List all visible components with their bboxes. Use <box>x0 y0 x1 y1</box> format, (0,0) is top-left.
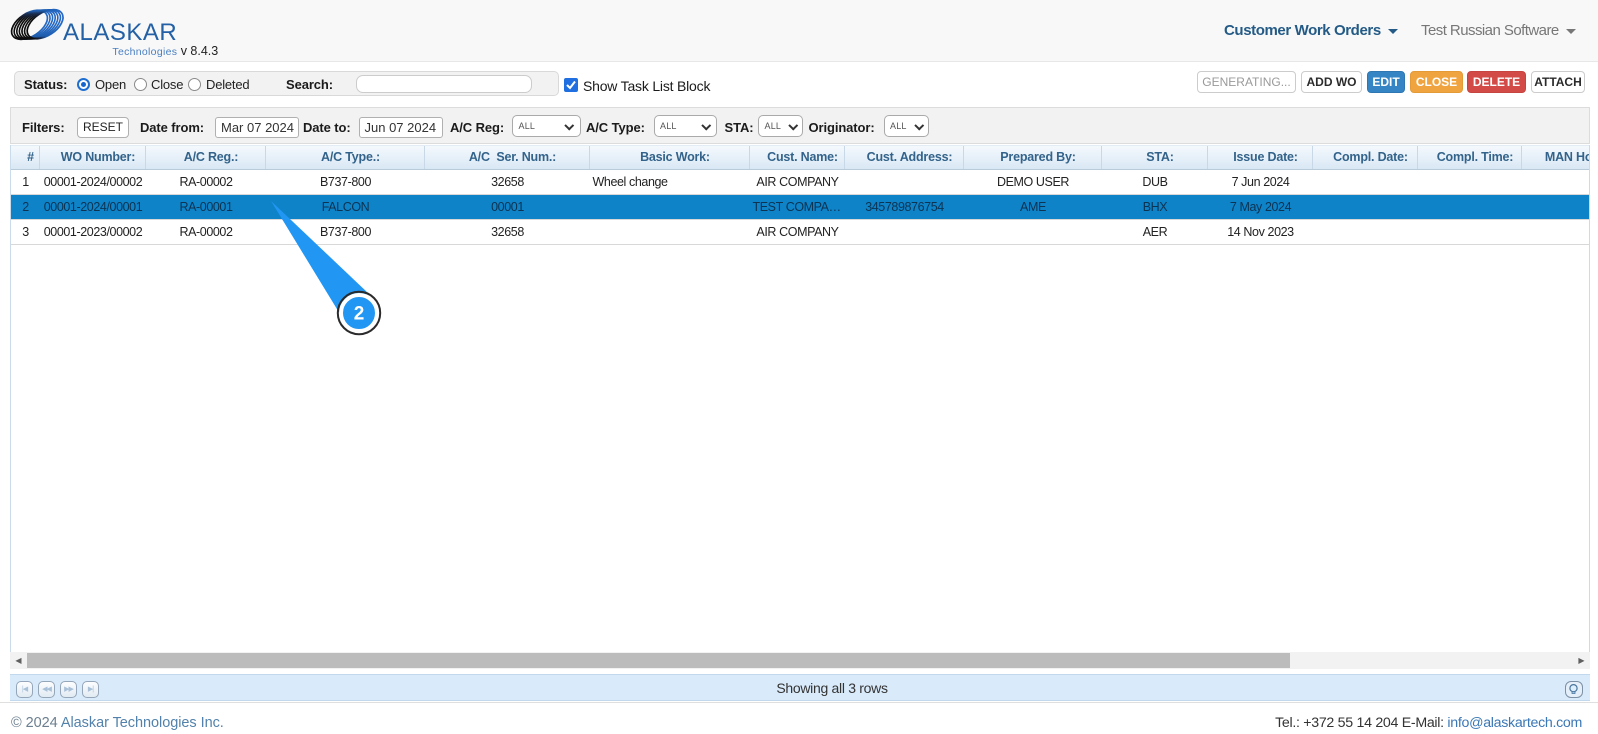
svg-text:Technologies: Technologies <box>112 46 177 58</box>
svg-text:v 8.4.3: v 8.4.3 <box>181 44 219 58</box>
svg-text:2: 2 <box>354 304 365 325</box>
svg-text:ALASKAR: ALASKAR <box>63 19 177 46</box>
